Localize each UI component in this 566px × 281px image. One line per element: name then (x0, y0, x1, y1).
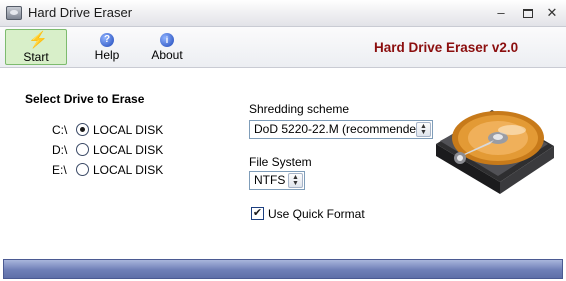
shredding-scheme-value: DoD 5220-22.M (recommended) (254, 122, 427, 136)
app-version-title: Hard Drive Eraser v2.0 (374, 40, 519, 55)
drive-radio-c[interactable] (76, 123, 89, 136)
drive-label: LOCAL DISK (93, 123, 164, 137)
quick-format-checkbox[interactable]: ✔ (251, 207, 264, 220)
file-system-select[interactable]: NTFS ▲ ▼ (249, 171, 305, 190)
drive-section-title: Select Drive to Erase (25, 92, 145, 106)
drive-letter: C:\ (52, 123, 68, 137)
drive-radio-d[interactable] (76, 143, 89, 156)
help-button[interactable]: ? Help (86, 29, 128, 65)
about-button[interactable]: i About (146, 29, 188, 65)
file-system-label: File System (249, 155, 312, 169)
shredding-scheme-label: Shredding scheme (249, 102, 350, 116)
drive-letter: E:\ (52, 163, 67, 177)
about-button-label: About (151, 48, 183, 62)
lightning-bolt-icon: ⚡ (28, 32, 48, 49)
start-button-label: Start (23, 50, 49, 64)
window-title: Hard Drive Eraser (28, 5, 133, 20)
info-icon: i (160, 33, 174, 47)
spinner-arrows-icon[interactable]: ▲ ▼ (288, 173, 303, 188)
quick-format-label: Use Quick Format (268, 207, 365, 221)
hard-drive-illustration (436, 110, 554, 194)
main-panel: Select Drive to Erase C:\ LOCAL DISK D:\… (0, 68, 566, 258)
drive-label: LOCAL DISK (93, 143, 164, 157)
drive-letter: D:\ (52, 143, 68, 157)
drive-radio-e[interactable] (76, 163, 89, 176)
minimize-button[interactable]: – (492, 4, 510, 22)
maximize-icon (523, 9, 533, 19)
help-icon: ? (100, 33, 114, 47)
title-bar[interactable]: Hard Drive Eraser – ✕ (0, 0, 566, 27)
status-bar (3, 259, 563, 279)
start-button[interactable]: ⚡ Start (5, 29, 67, 65)
close-button[interactable]: ✕ (543, 4, 561, 22)
drive-label: LOCAL DISK (93, 163, 164, 177)
file-system-value: NTFS (254, 173, 286, 187)
toolbar: ⚡ Start ? Help i About Hard Drive Eraser… (0, 27, 566, 68)
maximize-button[interactable] (519, 4, 537, 22)
help-button-label: Help (94, 48, 120, 62)
hard-drive-app-icon (6, 6, 22, 20)
spinner-arrows-icon[interactable]: ▲ ▼ (416, 122, 431, 137)
app-window: Hard Drive Eraser – ✕ ⚡ Start ? Help i A… (0, 0, 566, 281)
shredding-scheme-select[interactable]: DoD 5220-22.M (recommended) ▲ ▼ (249, 120, 433, 139)
